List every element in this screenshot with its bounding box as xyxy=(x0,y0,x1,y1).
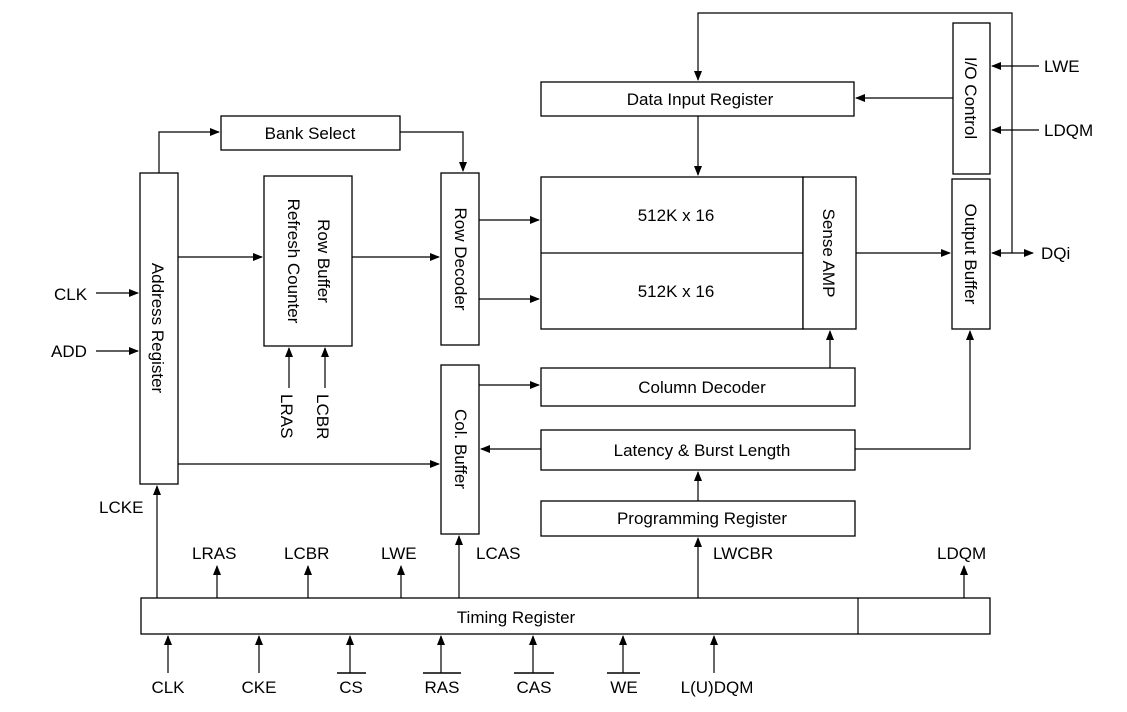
data-input-register-block: Data Input Register xyxy=(540,81,855,117)
array-bottom-label: 512K x 16 xyxy=(638,282,715,301)
signal-out-lcas: LCAS xyxy=(476,544,520,563)
row-decoder-block: Row Decoder xyxy=(440,172,480,346)
array-top-label: 512K x 16 xyxy=(638,206,715,225)
sense-amp-label: Sense AMP xyxy=(819,209,838,298)
bank-select-block: Bank Select xyxy=(220,115,401,151)
programming-register-label: Programming Register xyxy=(617,509,787,528)
signal-ldqm-right: LDQM xyxy=(1044,121,1093,140)
io-control-block: I/O Control xyxy=(952,22,991,175)
col-buffer-block: Col. Buffer xyxy=(440,364,480,535)
signal-clk-left: CLK xyxy=(54,285,88,304)
address-register-block: Address Register xyxy=(139,172,179,485)
sense-amp-block: Sense AMP xyxy=(802,176,857,330)
signal-in-we: WE xyxy=(610,678,637,697)
wire-addr-to-bank xyxy=(158,128,220,173)
data-input-register-label: Data Input Register xyxy=(627,90,774,109)
signal-out-ldqm: LDQM xyxy=(937,544,986,563)
signal-in-cas: CAS xyxy=(517,678,552,697)
refresh-counter-label: Refresh Counter xyxy=(284,199,303,324)
signal-in-clk: CLK xyxy=(151,678,185,697)
latency-burst-length-block: Latency & Burst Length xyxy=(540,429,856,471)
output-buffer-label: Output Buffer xyxy=(961,204,980,305)
signal-lras-rowbuf: LRAS xyxy=(277,394,296,438)
output-buffer-block: Output Buffer xyxy=(951,178,991,330)
sdram-block-diagram: Bank Select Address Register Row Buffer … xyxy=(51,12,1093,697)
row-decoder-label: Row Decoder xyxy=(451,208,470,311)
signal-dqi: DQi xyxy=(1041,244,1070,263)
timing-register-label: Timing Register xyxy=(457,608,576,627)
bank-select-label: Bank Select xyxy=(265,124,356,143)
latency-burst-length-label: Latency & Burst Length xyxy=(614,441,791,460)
io-control-label: I/O Control xyxy=(961,57,980,139)
signal-lcke: LCKE xyxy=(99,498,143,517)
timing-register-block: Timing Register xyxy=(140,597,991,635)
row-buffer-label: Row Buffer xyxy=(314,219,333,303)
signal-in-ludqm: L(U)DQM xyxy=(681,678,754,697)
signal-lcbr-rowbuf: LCBR xyxy=(313,394,332,439)
column-decoder-label: Column Decoder xyxy=(638,378,766,397)
wire-latency-to-outbuf xyxy=(855,330,974,450)
row-buffer-refresh-counter-block: Row Buffer Refresh Counter xyxy=(263,175,353,347)
signal-out-lwcbr: LWCBR xyxy=(713,544,773,563)
col-buffer-label: Col. Buffer xyxy=(451,409,470,489)
programming-register-block: Programming Register xyxy=(540,500,856,537)
signal-out-lcbr: LCBR xyxy=(284,544,329,563)
signal-out-lwe: LWE xyxy=(381,544,417,563)
signal-in-cs: CS xyxy=(339,678,363,697)
signal-out-lras: LRAS xyxy=(192,544,236,563)
column-decoder-block: Column Decoder xyxy=(540,367,856,407)
address-register-label: Address Register xyxy=(148,263,167,394)
memory-array-block: 512K x 16 512K x 16 xyxy=(540,176,804,330)
wire-bank-to-rowdec xyxy=(400,131,467,172)
signal-in-cke: CKE xyxy=(242,678,277,697)
signal-lwe-right: LWE xyxy=(1044,57,1080,76)
signal-in-ras: RAS xyxy=(425,678,460,697)
signal-add-left: ADD xyxy=(51,342,87,361)
